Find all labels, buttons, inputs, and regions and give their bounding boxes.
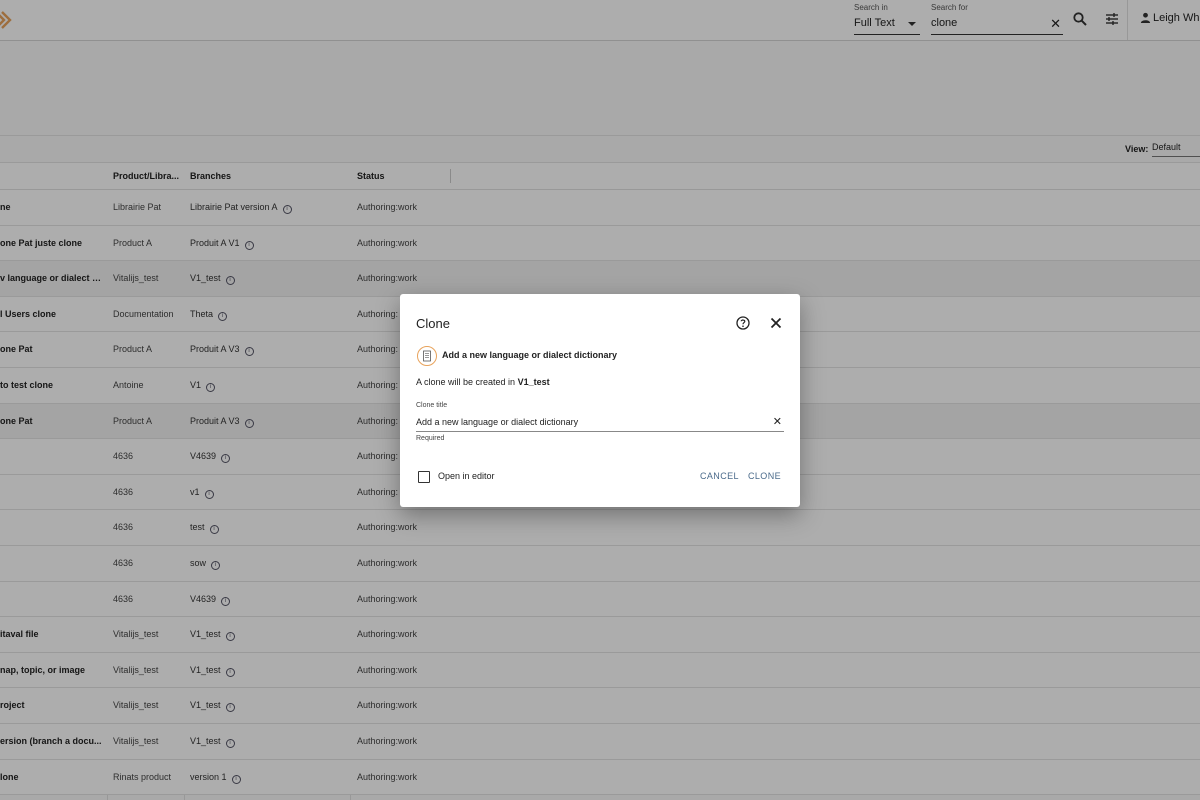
close-icon[interactable] bbox=[769, 316, 783, 330]
clone-destination-text: A clone will be created in V1_test bbox=[416, 377, 550, 387]
help-icon[interactable] bbox=[736, 316, 750, 330]
clone-destination-prefix: A clone will be created in bbox=[416, 377, 518, 387]
clone-title-input[interactable]: Add a new language or dialect dictionary… bbox=[416, 414, 784, 432]
dialog-title: Clone bbox=[416, 316, 450, 331]
clone-destination-branch: V1_test bbox=[517, 377, 550, 387]
clear-title-icon[interactable]: ✕ bbox=[773, 415, 782, 428]
open-in-editor-checkbox[interactable] bbox=[418, 471, 430, 483]
clone-dialog: Clone Add a new language or dialect dict… bbox=[400, 294, 800, 507]
clone-title-label: Clone title bbox=[416, 402, 448, 409]
cancel-button[interactable]: CANCEL bbox=[700, 471, 739, 481]
document-template-icon bbox=[417, 346, 437, 366]
clone-title-value: Add a new language or dialect dictionary bbox=[416, 417, 579, 427]
clone-button[interactable]: CLONE bbox=[748, 471, 781, 481]
open-in-editor-label[interactable]: Open in editor bbox=[438, 471, 495, 481]
required-hint: Required bbox=[416, 435, 445, 442]
template-name: Add a new language or dialect dictionary bbox=[442, 350, 618, 360]
